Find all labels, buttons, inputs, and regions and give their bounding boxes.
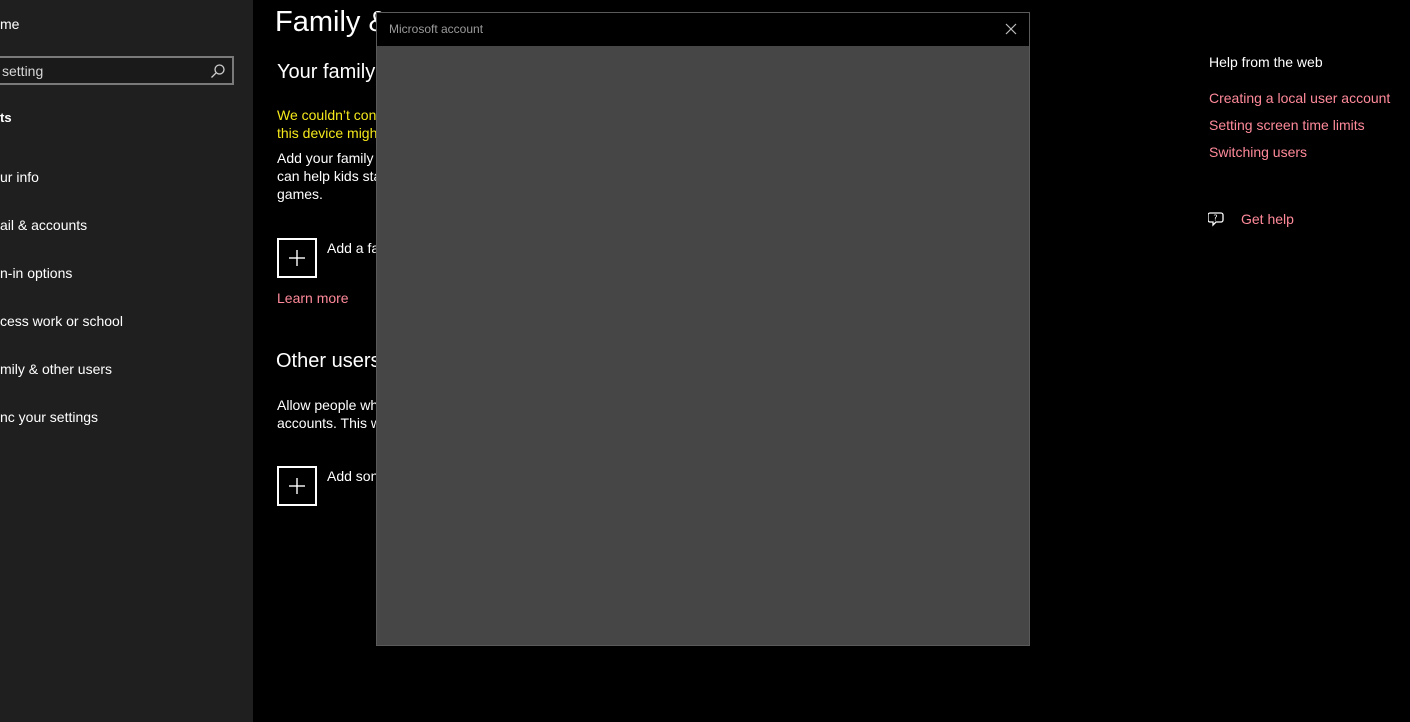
warning-line: We couldn’t con	[277, 107, 377, 123]
sidebar-item-email-accounts[interactable]: ail & accounts	[0, 217, 87, 233]
get-help-link[interactable]: Get help	[1241, 211, 1294, 227]
your-family-heading: Your family	[277, 61, 376, 83]
plus-icon	[289, 478, 305, 494]
other-users-description: Allow people wh accounts. This w	[277, 396, 387, 432]
settings-window: me ts ur info ail & accounts n-in option…	[0, 0, 1410, 722]
description-line: Add your family	[277, 150, 374, 166]
sidebar-item-sync-settings[interactable]: nc your settings	[0, 409, 98, 425]
page-title: Family &	[275, 6, 388, 38]
add-family-member-label[interactable]: Add a fa	[327, 240, 379, 256]
learn-more-link[interactable]: Learn more	[277, 290, 349, 306]
close-icon[interactable]	[1003, 21, 1019, 37]
warning-message: We couldn’t con this device migh	[277, 106, 387, 142]
add-family-member-button[interactable]	[277, 238, 317, 278]
svg-text:?: ?	[1213, 214, 1217, 223]
family-description: Add your family can help kids sta games.	[277, 149, 387, 203]
plus-icon	[289, 250, 305, 266]
search-icon[interactable]	[210, 63, 226, 79]
sidebar-item-your-info[interactable]: ur info	[0, 169, 39, 185]
search-box[interactable]	[0, 56, 234, 85]
sidebar-item-family-other-users[interactable]: mily & other users	[0, 361, 112, 377]
chat-help-icon[interactable]: ?	[1208, 210, 1226, 228]
sidebar-item-sign-in-options[interactable]: n-in options	[0, 265, 72, 281]
dialog-titlebar[interactable]: Microsoft account	[377, 13, 1029, 46]
add-someone-else-label[interactable]: Add son	[327, 468, 378, 484]
description-line: accounts. This w	[277, 415, 382, 431]
warning-line: this device migh	[277, 125, 378, 141]
sidebar-section-heading: ts	[0, 110, 12, 125]
help-link-switching-users[interactable]: Switching users	[1209, 144, 1307, 160]
sidebar-home-link[interactable]: me	[0, 16, 19, 32]
sidebar-item-access-work-school[interactable]: cess work or school	[0, 313, 123, 329]
help-from-web-heading: Help from the web	[1209, 54, 1323, 70]
description-line: can help kids sta	[277, 168, 382, 184]
help-link-screen-time[interactable]: Setting screen time limits	[1209, 117, 1365, 133]
description-line: Allow people wh	[277, 397, 379, 413]
add-someone-else-button[interactable]	[277, 466, 317, 506]
dialog-title: Microsoft account	[389, 22, 484, 36]
description-line: games.	[277, 186, 323, 202]
help-link-local-account[interactable]: Creating a local user account	[1209, 90, 1390, 106]
sidebar: me ts ur info ail & accounts n-in option…	[0, 0, 253, 722]
search-input[interactable]	[0, 58, 212, 83]
microsoft-account-dialog[interactable]: Microsoft account	[376, 12, 1030, 646]
other-users-heading: Other users	[276, 350, 381, 372]
